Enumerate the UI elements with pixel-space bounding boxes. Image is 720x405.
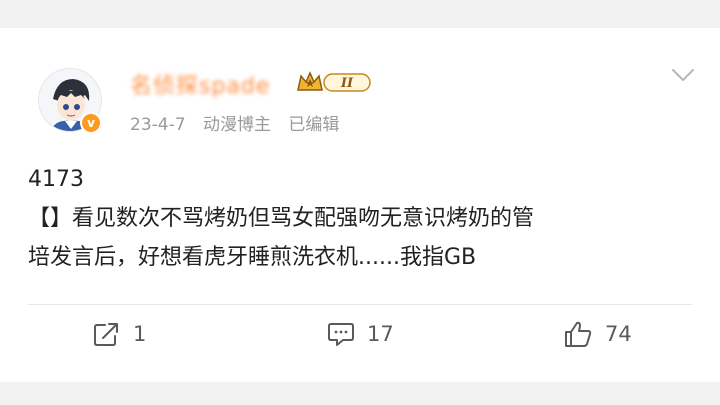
content-line-1: 4173	[28, 167, 84, 192]
post-date: 23-4-7	[130, 115, 186, 135]
vip-badge-icon: II	[297, 71, 371, 92]
edited-label[interactable]: 已编辑	[288, 115, 339, 135]
username[interactable]: 名侦探spade	[130, 68, 270, 100]
comment-count: 17	[367, 322, 394, 346]
chevron-down-icon[interactable]	[668, 64, 698, 86]
comment-button[interactable]: 17	[327, 319, 394, 349]
like-count: 74	[605, 322, 632, 346]
comment-icon	[328, 323, 354, 346]
share-icon	[94, 323, 118, 346]
share-count: 1	[133, 322, 147, 346]
thumbs-up-icon	[565, 321, 592, 347]
top-separator	[0, 0, 720, 28]
action-divider	[28, 304, 692, 305]
vip-level-text: II	[340, 76, 354, 91]
bottom-separator	[0, 382, 720, 405]
content-line-2: 【】看见数次不骂烤奶但骂女配强吻无意识烤奶的管	[28, 206, 535, 231]
verified-badge: v	[80, 112, 102, 134]
share-button[interactable]: 1	[93, 319, 146, 349]
post-meta: 23-4-7 动漫博主 已编辑	[130, 110, 351, 135]
post-content: 4173 【】看见数次不骂烤奶但骂女配强吻无意识烤奶的管 培发言后，好想看虎牙睡…	[28, 160, 688, 277]
author-role: 动漫博主	[202, 115, 271, 135]
like-button[interactable]: 74	[563, 319, 632, 349]
content-line-3: 培发言后，好想看虎牙睡煎洗衣机......我指GB	[28, 245, 477, 270]
